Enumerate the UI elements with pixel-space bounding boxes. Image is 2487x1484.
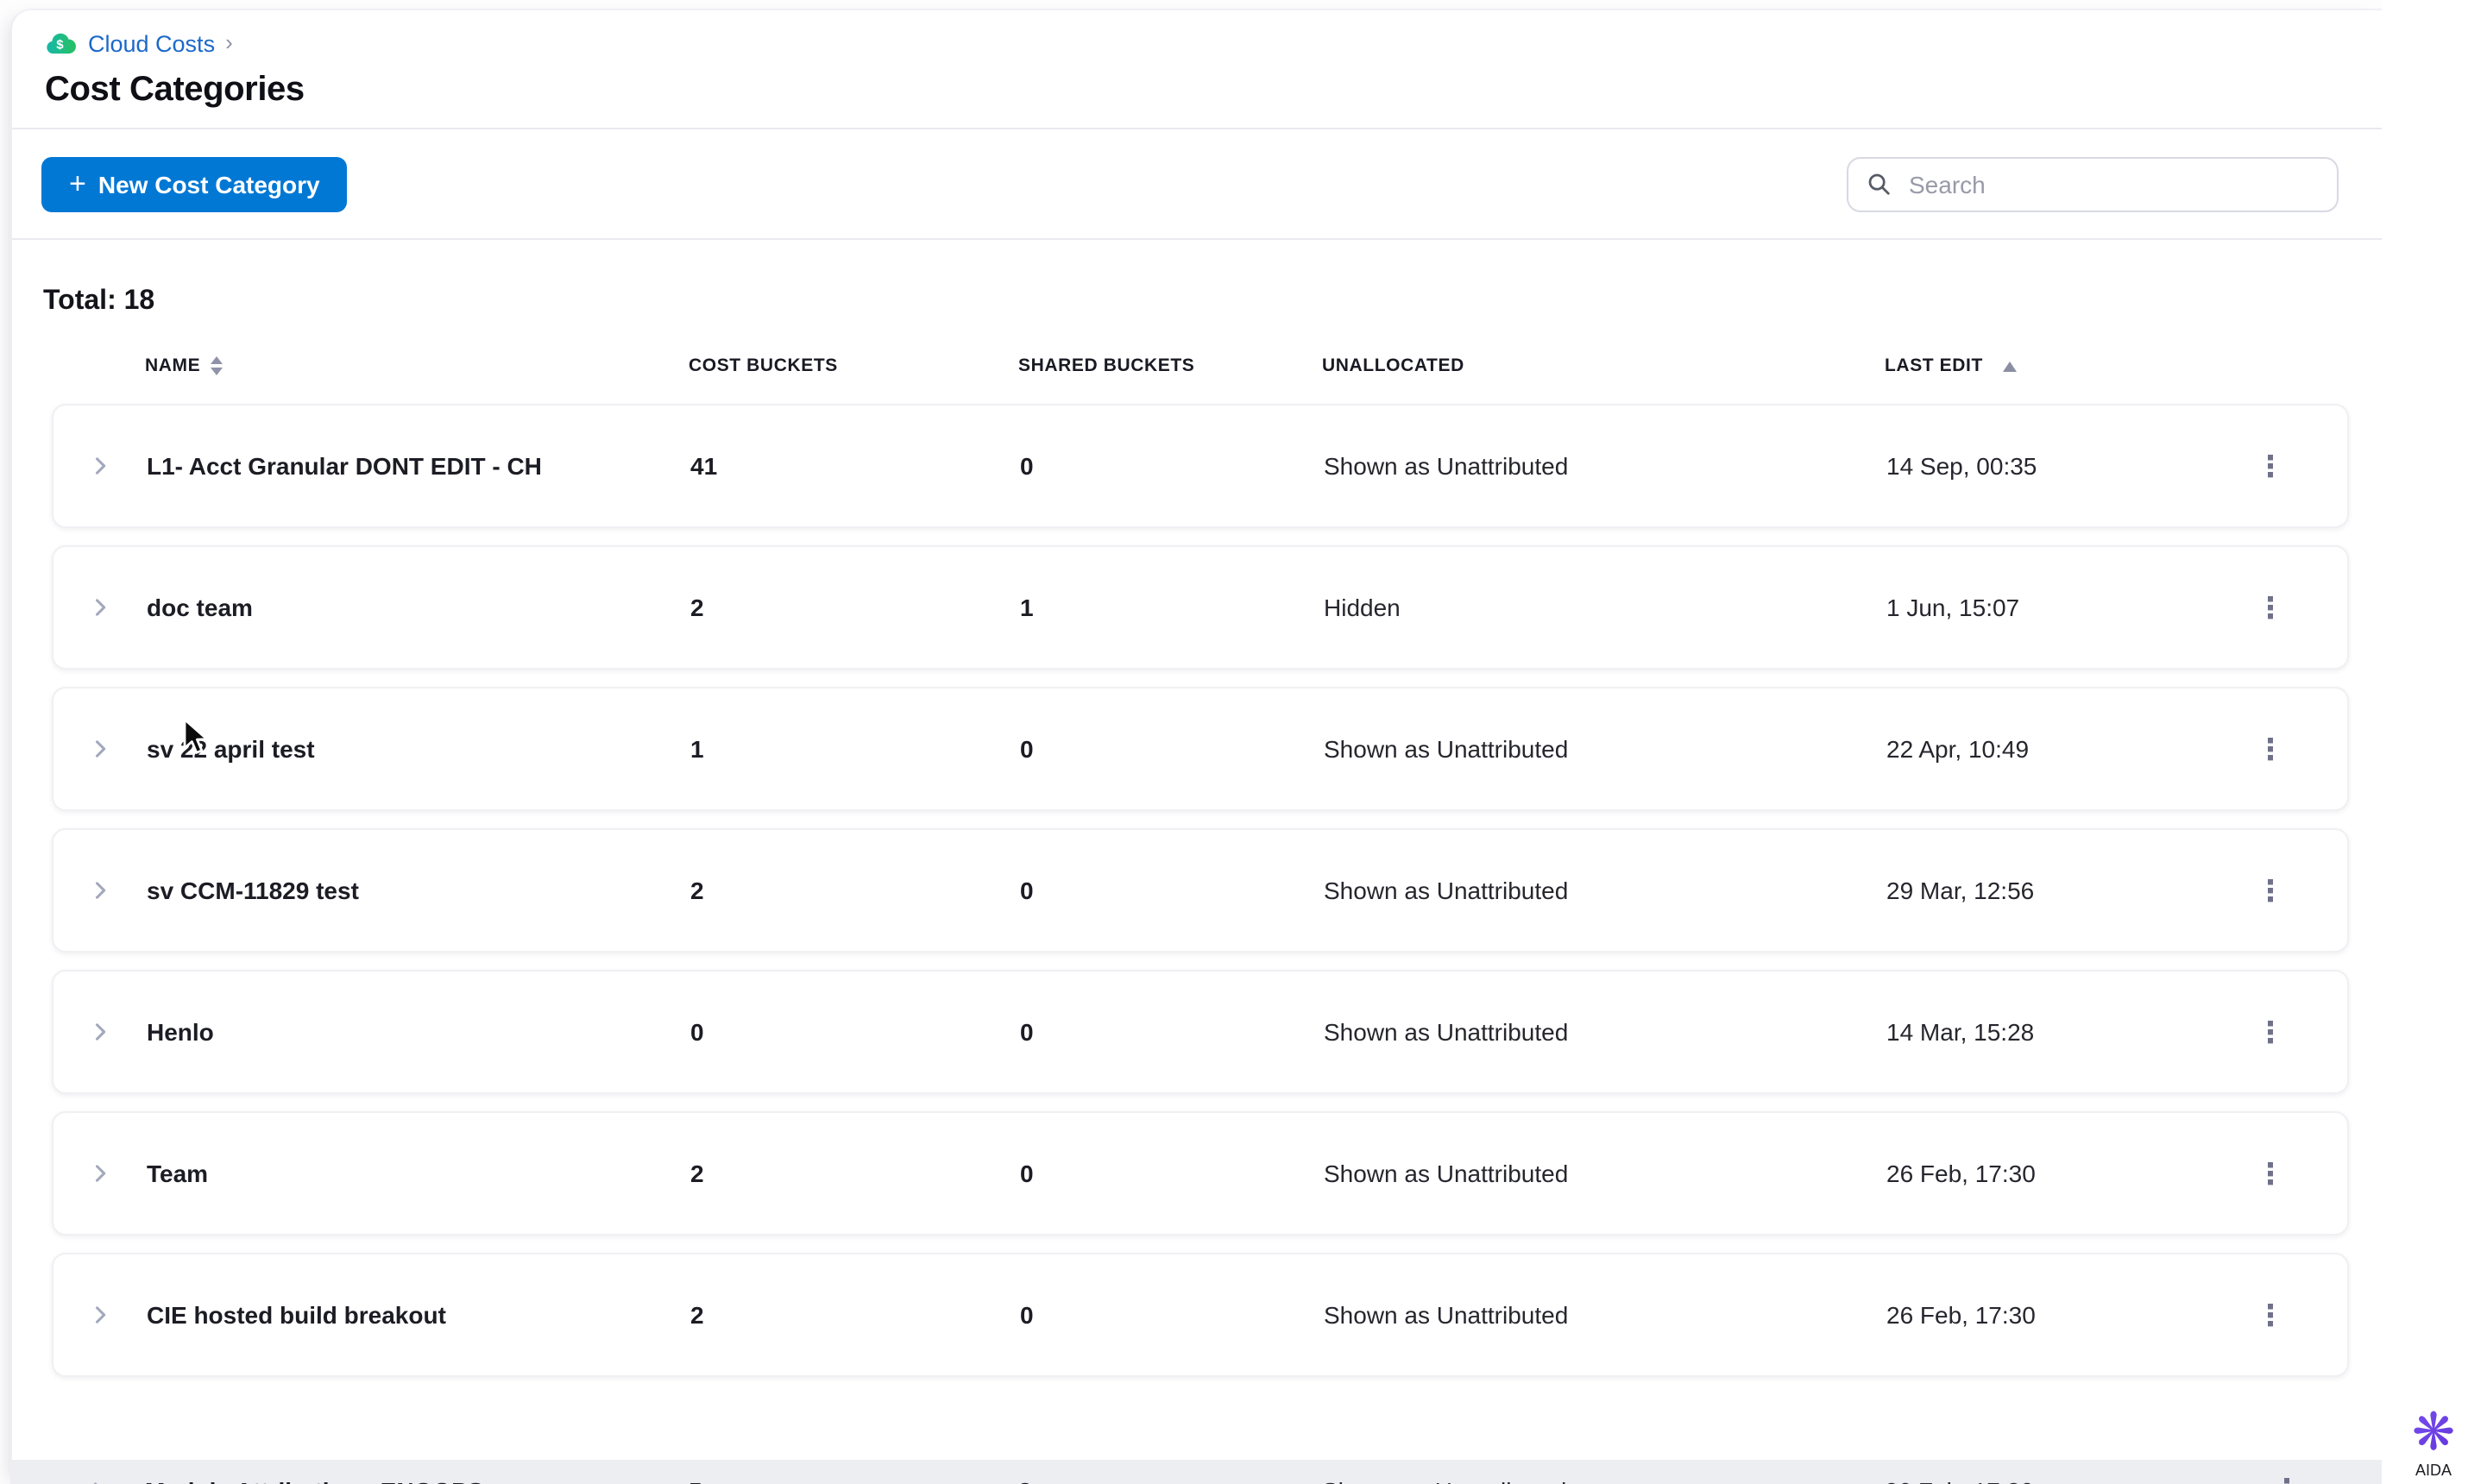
cloud-costs-icon: $: [45, 30, 78, 56]
cost-categories-page: $ Cloud Costs › Cost Categories + New Co…: [0, 0, 2487, 1484]
breadcrumb: $ Cloud Costs ›: [45, 28, 2382, 59]
unallocated-value: Shown as Unattributed: [1324, 877, 1569, 904]
search-icon: [1866, 171, 1892, 197]
table-section: Total: 18 NAME COST BUCKETS SHARED BUCKE…: [12, 240, 2382, 1377]
last-edit-value: 26 Feb, 17:30: [1885, 1476, 2192, 1484]
search-box[interactable]: [1847, 156, 2339, 211]
new-cost-category-button[interactable]: + New Cost Category: [41, 156, 348, 211]
column-header-cost-buckets[interactable]: COST BUCKETS: [689, 355, 1018, 376]
shared-buckets-value: 1: [1020, 594, 1034, 621]
cost-category-name[interactable]: doc team: [147, 594, 690, 621]
cost-buckets-value: 2: [690, 594, 704, 621]
last-edit-value: 14 Sep, 00:35: [1886, 452, 2037, 480]
aida-label: AIDA: [2415, 1462, 2452, 1479]
shared-buckets-value: 2: [1018, 1476, 1322, 1484]
total-count: Total: 18: [43, 286, 155, 316]
unallocated-value: Hidden: [1324, 594, 1401, 621]
page-header: $ Cloud Costs › Cost Categories: [12, 10, 2382, 129]
cost-buckets-value: 2: [690, 877, 704, 904]
expand-chevron-icon[interactable]: [54, 1161, 147, 1185]
table-row[interactable]: doc team 2 1 Hidden 1 Jun, 15:07 ⋮: [52, 545, 2349, 670]
cost-category-list: L1- Acct Granular DONT EDIT - CH 41 0 Sh…: [52, 404, 2349, 1377]
cost-category-name[interactable]: sv 22 april test: [147, 735, 690, 763]
last-edit-value: 14 Mar, 15:28: [1886, 1018, 2035, 1046]
clipped-row-strip: Module Attribution - ENGOPS 5 2 Shown as…: [12, 1460, 2382, 1484]
row-menu-button[interactable]: ⋮: [2245, 1152, 2295, 1195]
expand-chevron-icon[interactable]: [54, 737, 147, 761]
toolbar: + New Cost Category: [12, 129, 2382, 240]
shared-buckets-value: 0: [1020, 1301, 1034, 1329]
expand-chevron-icon[interactable]: [54, 1303, 147, 1327]
main-content-panel: $ Cloud Costs › Cost Categories + New Co…: [10, 9, 2383, 1484]
plus-icon: +: [69, 167, 86, 199]
column-header-unallocated[interactable]: UNALLOCATED: [1322, 355, 1885, 376]
expand-chevron-icon[interactable]: [54, 595, 147, 619]
row-menu-button[interactable]: ⋮: [2245, 1010, 2295, 1053]
last-edit-value: 26 Feb, 17:30: [1886, 1160, 2036, 1187]
table-row[interactable]: sv CCM-11829 test 2 0 Shown as Unattribu…: [52, 828, 2349, 953]
search-input[interactable]: [1905, 168, 2320, 199]
expand-chevron-icon[interactable]: [52, 1478, 145, 1484]
cost-category-name[interactable]: sv CCM-11829 test: [147, 877, 690, 904]
cost-buckets-value: 0: [690, 1018, 704, 1046]
column-header-name[interactable]: NAME: [145, 355, 689, 376]
shared-buckets-value: 0: [1020, 452, 1034, 480]
expand-chevron-icon[interactable]: [54, 878, 147, 902]
svg-text:$: $: [56, 37, 64, 52]
unallocated-value: Shown as Unattributed: [1324, 735, 1569, 763]
cost-category-name[interactable]: CIE hosted build breakout: [147, 1301, 690, 1329]
row-menu-button[interactable]: ⋮: [2245, 586, 2295, 629]
unallocated-value: Shown as Unattributed: [1324, 1018, 1569, 1046]
expand-chevron-icon[interactable]: [54, 1020, 147, 1044]
cost-category-name[interactable]: Module Attribution - ENGOPS: [145, 1476, 689, 1484]
row-menu-button[interactable]: ⋮: [2245, 1293, 2295, 1336]
sort-asc-icon[interactable]: [2002, 360, 2018, 372]
cost-category-name[interactable]: L1- Acct Granular DONT EDIT - CH: [147, 452, 690, 480]
table-header-row: NAME COST BUCKETS SHARED BUCKETS UNALLOC…: [52, 354, 2349, 381]
unallocated-value: Shown as Unattributed: [1322, 1476, 1885, 1484]
cost-category-name[interactable]: Henlo: [147, 1018, 690, 1046]
unallocated-value: Shown as Unattributed: [1324, 452, 1569, 480]
breadcrumb-cloud-costs-link[interactable]: Cloud Costs: [88, 30, 215, 56]
aida-widget[interactable]: ❋ AIDA: [2396, 1407, 2471, 1479]
table-row[interactable]: Henlo 0 0 Shown as Unattributed 14 Mar, …: [52, 970, 2349, 1094]
shared-buckets-value: 0: [1020, 877, 1034, 904]
shared-buckets-value: 0: [1020, 1160, 1034, 1187]
table-row[interactable]: Module Attribution - ENGOPS 5 2 Shown as…: [52, 1468, 2382, 1484]
row-menu-button[interactable]: ⋮: [2245, 869, 2295, 912]
row-menu-button[interactable]: ⋮: [2262, 1468, 2312, 1484]
unallocated-value: Shown as Unattributed: [1324, 1301, 1569, 1329]
right-gutter: ❋ AIDA: [2382, 0, 2487, 1484]
breadcrumb-chevron-icon: ›: [225, 29, 233, 55]
table-row[interactable]: sv 22 april test 1 0 Shown as Unattribut…: [52, 687, 2349, 811]
last-edit-value: 26 Feb, 17:30: [1886, 1301, 2036, 1329]
row-menu-button[interactable]: ⋮: [2245, 444, 2295, 487]
cost-buckets-value: 1: [690, 735, 704, 763]
cost-category-name[interactable]: Team: [147, 1160, 690, 1187]
cost-buckets-value: 41: [690, 452, 718, 480]
last-edit-value: 1 Jun, 15:07: [1886, 594, 2020, 621]
cost-buckets-value: 2: [690, 1160, 704, 1187]
page-title: Cost Categories: [45, 71, 305, 109]
table-row[interactable]: CIE hosted build breakout 2 0 Shown as U…: [52, 1253, 2349, 1377]
table-row[interactable]: Team 2 0 Shown as Unattributed 26 Feb, 1…: [52, 1111, 2349, 1236]
cost-buckets-value: 5: [689, 1476, 1018, 1484]
unallocated-value: Shown as Unattributed: [1324, 1160, 1569, 1187]
aida-icon[interactable]: ❋: [2396, 1407, 2471, 1460]
table-row[interactable]: L1- Acct Granular DONT EDIT - CH 41 0 Sh…: [52, 404, 2349, 528]
cost-buckets-value: 2: [690, 1301, 704, 1329]
new-cost-category-label: New Cost Category: [98, 170, 320, 198]
shared-buckets-value: 0: [1020, 1018, 1034, 1046]
row-menu-button[interactable]: ⋮: [2245, 727, 2295, 770]
column-header-shared-buckets[interactable]: SHARED BUCKETS: [1018, 355, 1322, 376]
last-edit-value: 29 Mar, 12:56: [1886, 877, 2035, 904]
column-header-last-edit[interactable]: LAST EDIT: [1885, 355, 2192, 376]
shared-buckets-value: 0: [1020, 735, 1034, 763]
last-edit-value: 22 Apr, 10:49: [1886, 735, 2030, 763]
sort-both-icon[interactable]: [209, 355, 224, 376]
expand-chevron-icon[interactable]: [54, 454, 147, 478]
